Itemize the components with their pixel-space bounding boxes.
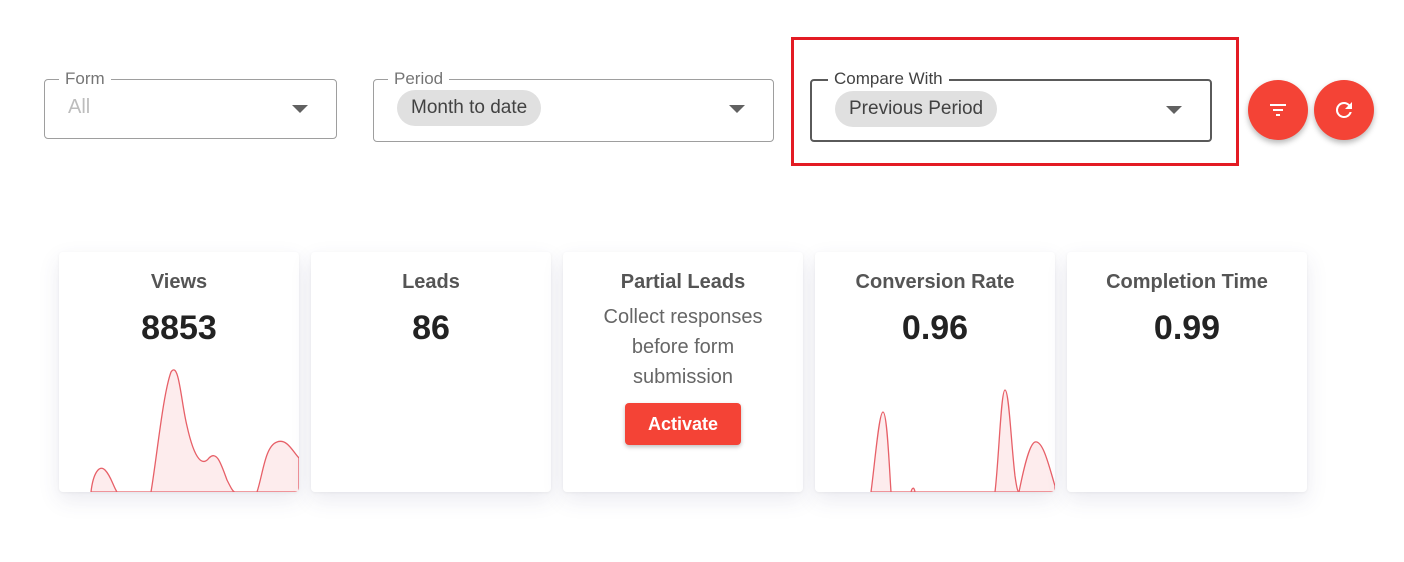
conversion-rate-value: 0.96	[901, 309, 969, 347]
completion-time-title: Completion Time	[1106, 271, 1268, 293]
period-select[interactable]: Period Month to date	[373, 69, 774, 142]
leads-value: 86	[412, 309, 450, 347]
views-value: 8853	[141, 309, 217, 347]
completion-time-card: Completion Time 0.99	[1067, 252, 1307, 492]
refresh-button[interactable]	[1314, 80, 1374, 140]
filter-list-icon	[1270, 104, 1286, 116]
conversion-rate-title: Conversion Rate	[855, 271, 1015, 293]
partial-leads-title: Partial Leads	[620, 271, 746, 293]
refresh-icon	[1335, 101, 1352, 118]
compare-with-select[interactable]: Compare With Previous Period	[810, 69, 1212, 142]
form-select-label: Form	[59, 69, 111, 89]
period-select-label: Period	[388, 69, 450, 89]
period-chip: Month to date	[397, 90, 542, 126]
conversion-rate-sparkline	[870, 389, 1055, 492]
dropdown-arrow-icon	[1166, 106, 1182, 114]
views-card: Views 8853	[59, 252, 299, 492]
filter-button[interactable]	[1248, 80, 1308, 140]
views-sparkline	[90, 369, 299, 492]
leads-title: Leads	[402, 271, 460, 293]
views-title: Views	[150, 271, 208, 293]
partial-leads-description: Collect responses before form submission	[603, 306, 763, 388]
leads-card: Leads 86	[311, 252, 551, 492]
activate-button[interactable]: Activate	[625, 403, 741, 445]
partial-leads-card: Partial Leads Collect responses before f…	[563, 252, 803, 492]
compare-with-chip: Previous Period	[835, 91, 998, 127]
conversion-rate-card: Conversion Rate 0.96	[815, 252, 1055, 492]
compare-with-label: Compare With	[828, 69, 949, 89]
form-select-value: All	[68, 96, 91, 118]
dropdown-arrow-icon	[292, 105, 308, 113]
form-select[interactable]: Form All	[44, 69, 337, 139]
completion-time-value: 0.99	[1153, 309, 1221, 347]
dropdown-arrow-icon	[729, 105, 745, 113]
